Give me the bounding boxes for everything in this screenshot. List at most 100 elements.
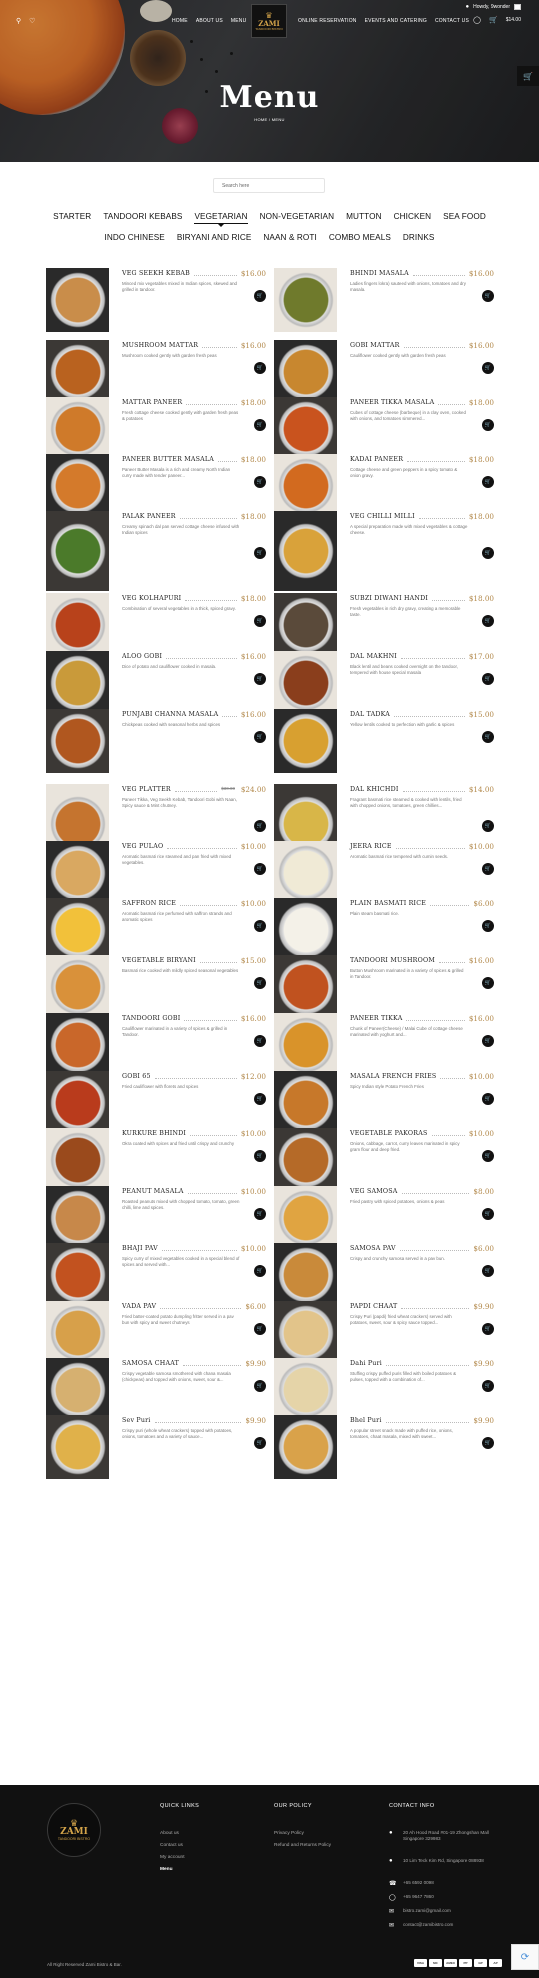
greeting-text[interactable]: Howdy, 9wonder xyxy=(473,4,510,10)
add-to-cart-button[interactable]: 🛒 xyxy=(482,863,494,875)
add-to-cart-button[interactable]: 🛒 xyxy=(482,920,494,932)
add-to-cart-button[interactable]: 🛒 xyxy=(254,362,266,374)
search-icon[interactable]: ⚲ xyxy=(16,17,21,25)
menu-item-image[interactable] xyxy=(46,955,109,1019)
menu-item-image[interactable] xyxy=(46,1243,109,1307)
tab-chicken[interactable]: CHICKEN xyxy=(388,212,438,221)
nav-menu[interactable]: MENU xyxy=(231,18,247,24)
footer-link-account[interactable]: My account xyxy=(160,1855,185,1860)
tab-non-vegetarian[interactable]: NON-VEGETARIAN xyxy=(254,212,341,221)
add-to-cart-button[interactable]: 🛒 xyxy=(254,920,266,932)
add-to-cart-button[interactable]: 🛒 xyxy=(482,673,494,685)
footer-link-refund[interactable]: Refund and Returns Policy xyxy=(274,1843,331,1848)
menu-item-name[interactable]: Dahi Puri xyxy=(350,1360,382,1367)
menu-item-name[interactable]: JEERA RICE xyxy=(350,843,392,850)
tab-vegetarian[interactable]: VEGETARIAN xyxy=(188,212,253,227)
menu-item-name[interactable]: BHINDI MASALA xyxy=(350,270,409,277)
menu-item-image[interactable] xyxy=(274,268,337,332)
menu-item-name[interactable]: TANDOORI MUSHROOM xyxy=(350,957,435,964)
menu-item-image[interactable] xyxy=(46,1301,109,1365)
menu-item-image[interactable] xyxy=(46,268,109,332)
add-to-cart-button[interactable]: 🛒 xyxy=(482,1323,494,1335)
menu-item-image[interactable] xyxy=(46,1013,109,1077)
menu-item-image[interactable] xyxy=(274,709,337,773)
menu-item-image[interactable] xyxy=(274,397,337,461)
menu-item-name[interactable]: DAL MAKHNI xyxy=(350,653,397,660)
menu-item-name[interactable]: VEG PLATTER xyxy=(122,786,171,793)
menu-item-name[interactable]: PANEER TIKKA MASALA xyxy=(350,399,434,406)
add-to-cart-button[interactable]: 🛒 xyxy=(254,476,266,488)
menu-item[interactable]: SAFFRON RICE $10.00 Aromatic basmati rice … xyxy=(46,898,266,962)
add-to-cart-button[interactable]: 🛒 xyxy=(254,1208,266,1220)
menu-item-name[interactable]: VEGETABLE PAKORAS xyxy=(350,1130,428,1137)
menu-item-name[interactable]: SAFFRON RICE xyxy=(122,900,176,907)
menu-item[interactable]: PANEER TIKKA MASALA $18.00 Cubes of cottag… xyxy=(274,397,494,461)
menu-item-name[interactable]: SUBZI DIWANI HANDI xyxy=(350,595,428,602)
menu-item[interactable]: PEANUT MASALA $10.00 Roasted peanuts mixed… xyxy=(46,1186,266,1250)
nav-events-catering[interactable]: EVENTS AND CATERING xyxy=(365,18,427,24)
tab-sea-food[interactable]: SEA FOOD xyxy=(437,212,492,221)
menu-item[interactable]: VEGETABLE BIRYANI $15.00 Basmati rice cook… xyxy=(46,955,266,1019)
search-input[interactable] xyxy=(213,178,325,193)
nav-home[interactable]: HOME xyxy=(172,18,188,24)
tab-starter[interactable]: STARTER xyxy=(47,212,97,221)
menu-item-image[interactable] xyxy=(274,898,337,962)
add-to-cart-button[interactable]: 🛒 xyxy=(254,1150,266,1162)
menu-item-image[interactable] xyxy=(46,709,109,773)
menu-item-name[interactable]: TANDOORI GOBI xyxy=(122,1015,180,1022)
tab-combo-meals[interactable]: COMBO MEALS xyxy=(323,233,397,242)
menu-item-image[interactable] xyxy=(46,1415,109,1479)
menu-item-name[interactable]: VEGETABLE BIRYANI xyxy=(122,957,196,964)
menu-item[interactable]: GOBI 65 $12.00 Fried cauliflower with flor… xyxy=(46,1071,266,1135)
menu-item-image[interactable] xyxy=(274,454,337,518)
add-to-cart-button[interactable]: 🛒 xyxy=(482,476,494,488)
menu-item[interactable]: VEGETABLE PAKORAS $10.00 Onions, cabbage, … xyxy=(274,1128,494,1192)
footer-link-contact[interactable]: Contact us xyxy=(160,1843,185,1848)
menu-item[interactable]: MASALA FRENCH FRIES $10.00 Spicy Indian st… xyxy=(274,1071,494,1135)
menu-item-name[interactable]: VADA PAV xyxy=(122,1303,156,1310)
menu-item[interactable]: VEG KOLHAPURI $18.00 Combination of severa… xyxy=(46,593,266,657)
menu-item[interactable]: VEG CHILLI MILLI $18.00 A special preparat… xyxy=(274,511,494,591)
menu-item-name[interactable]: VEG CHILLI MILLI xyxy=(350,513,415,520)
menu-item[interactable]: SAMOSA CHAAT $9.90 Crispy vegetable samosa… xyxy=(46,1358,266,1422)
tab-indo-chinese[interactable]: INDO CHINESE xyxy=(99,233,171,242)
menu-item[interactable]: ALOO GOBI $16.00 Dice of potato and caulif… xyxy=(46,651,266,715)
menu-item-name[interactable]: DAL KHICHDI xyxy=(350,786,399,793)
menu-item[interactable]: KURKURE BHINDI $10.00 Okra coated with spi… xyxy=(46,1128,266,1192)
menu-item[interactable]: SUBZI DIWANI HANDI $18.00 Fresh vegetables… xyxy=(274,593,494,657)
recaptcha-badge[interactable]: ⟳ xyxy=(511,1944,539,1970)
menu-item-image[interactable] xyxy=(46,1071,109,1135)
add-to-cart-button[interactable]: 🛒 xyxy=(254,419,266,431)
menu-item-image[interactable] xyxy=(46,593,109,657)
add-to-cart-button[interactable]: 🛒 xyxy=(254,1380,266,1392)
add-to-cart-button[interactable]: 🛒 xyxy=(254,731,266,743)
add-to-cart-button[interactable]: 🛒 xyxy=(482,1265,494,1277)
menu-item[interactable]: MUSHROOM MATTAR $16.00 Mushroom cooked gen… xyxy=(46,340,266,404)
menu-item-name[interactable]: Sev Puri xyxy=(122,1417,151,1424)
contact-item[interactable]: ● 20 Ah Hood Road #01-19 Zhongshan Mall S… xyxy=(389,1830,493,1842)
menu-item-name[interactable]: VEG KOLHAPURI xyxy=(122,595,181,602)
cart-total[interactable]: $14.00 xyxy=(506,17,521,23)
account-icon[interactable]: ◯ xyxy=(473,16,481,24)
menu-item[interactable]: Bhel Puri $9.90 A popular street snack mad… xyxy=(274,1415,494,1479)
menu-item-image[interactable] xyxy=(46,651,109,715)
menu-item[interactable]: PLAIN BASMATI RICE $6.00 Plain steam basma… xyxy=(274,898,494,962)
menu-item-image[interactable] xyxy=(274,340,337,404)
menu-item-image[interactable] xyxy=(46,1186,109,1250)
menu-item-image[interactable] xyxy=(46,511,109,591)
menu-item-name[interactable]: PLAIN BASMATI RICE xyxy=(350,900,426,907)
menu-item-name[interactable]: PALAK PANEER xyxy=(122,513,176,520)
add-to-cart-button[interactable]: 🛒 xyxy=(482,1437,494,1449)
tab-mutton[interactable]: MUTTON xyxy=(340,212,387,221)
menu-item[interactable]: PANEER BUTTER MASALA $18.00 Paneer Butter … xyxy=(46,454,266,518)
add-to-cart-button[interactable]: 🛒 xyxy=(254,673,266,685)
menu-item[interactable]: VADA PAV $6.00 Fried batter-coated potato … xyxy=(46,1301,266,1365)
menu-item-name[interactable]: MATTAR PANEER xyxy=(122,399,182,406)
menu-item-name[interactable]: PANEER TIKKA xyxy=(350,1015,402,1022)
nav-contact[interactable]: CONTACT US xyxy=(435,18,469,24)
menu-item-name[interactable]: VEG SAMOSA xyxy=(350,1188,398,1195)
menu-item[interactable]: VEG PULAO $10.00 Aromatic basmati rice ste… xyxy=(46,841,266,905)
menu-item-image[interactable] xyxy=(46,397,109,461)
breadcrumb[interactable]: HOME / MENU xyxy=(0,117,539,122)
add-to-cart-button[interactable]: 🛒 xyxy=(254,1265,266,1277)
